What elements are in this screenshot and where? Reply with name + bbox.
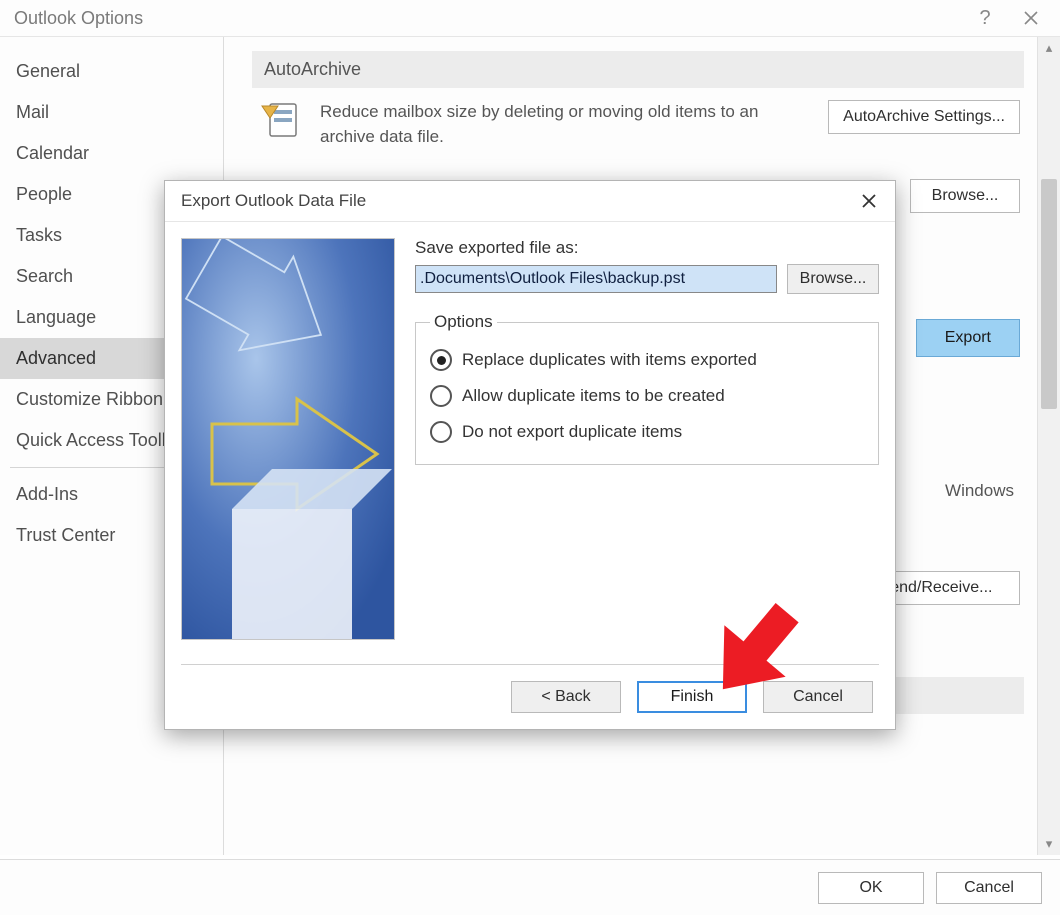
- outlook-options-window: Outlook Options ? General Mail Calendar …: [0, 0, 1060, 915]
- radio-label: Allow duplicate items to be created: [462, 386, 725, 406]
- scroll-up-icon[interactable]: ▴: [1038, 37, 1060, 59]
- dialog-graphic: [181, 238, 395, 640]
- help-button[interactable]: ?: [962, 3, 1008, 33]
- radio-icon: [430, 421, 452, 443]
- dialog-form: Save exported file as: Browse... Options…: [415, 238, 879, 648]
- radio-replace-duplicates[interactable]: Replace duplicates with items exported: [430, 342, 864, 378]
- export-button[interactable]: Export: [916, 319, 1020, 357]
- dialog-button-row: < Back Finish Cancel: [165, 665, 895, 729]
- cancel-button[interactable]: Cancel: [936, 872, 1042, 904]
- autoarchive-settings-label: AutoArchive Settings...: [843, 108, 1005, 126]
- options-legend: Options: [430, 312, 497, 332]
- finish-button[interactable]: Finish: [637, 681, 747, 713]
- window-title: Outlook Options: [14, 8, 962, 29]
- scrollbar[interactable]: ▴ ▾: [1037, 37, 1060, 855]
- autoarchive-body: Reduce mailbox size by deleting or movin…: [252, 100, 1028, 161]
- autoarchive-settings-button[interactable]: AutoArchive Settings...: [828, 100, 1020, 134]
- radio-icon: [430, 349, 452, 371]
- back-button[interactable]: < Back: [511, 681, 621, 713]
- dialog-body: Save exported file as: Browse... Options…: [165, 222, 895, 664]
- browse-button[interactable]: Browse...: [910, 179, 1020, 213]
- close-icon: [1023, 10, 1039, 26]
- ok-button[interactable]: OK: [818, 872, 924, 904]
- dialog-close-button[interactable]: [851, 186, 887, 216]
- sidebar-item-calendar[interactable]: Calendar: [0, 133, 223, 174]
- save-path-input[interactable]: [415, 265, 777, 293]
- options-fieldset: Options Replace duplicates with items ex…: [415, 312, 879, 465]
- scroll-track[interactable]: [1038, 59, 1060, 833]
- dialog-cancel-button[interactable]: Cancel: [763, 681, 873, 713]
- footer: OK Cancel: [0, 859, 1060, 915]
- autoarchive-icon: [260, 100, 304, 144]
- close-window-button[interactable]: [1008, 3, 1054, 33]
- radio-allow-duplicates[interactable]: Allow duplicate items to be created: [430, 378, 864, 414]
- scroll-thumb[interactable]: [1041, 179, 1057, 409]
- save-as-label: Save exported file as:: [415, 238, 879, 258]
- sidebar-item-general[interactable]: General: [0, 51, 223, 92]
- radio-label: Replace duplicates with items exported: [462, 350, 757, 370]
- radio-no-duplicates[interactable]: Do not export duplicate items: [430, 414, 864, 450]
- help-icon: ?: [979, 7, 990, 30]
- close-icon: [861, 193, 877, 209]
- radio-icon: [430, 385, 452, 407]
- dialog-titlebar: Export Outlook Data File: [165, 181, 895, 222]
- autoarchive-desc: Reduce mailbox size by deleting or movin…: [320, 100, 812, 149]
- radio-label: Do not export duplicate items: [462, 422, 682, 442]
- sidebar-item-mail[interactable]: Mail: [0, 92, 223, 133]
- titlebar: Outlook Options ?: [0, 0, 1060, 36]
- export-dialog: Export Outlook Data File: [164, 180, 896, 730]
- section-header-autoarchive: AutoArchive: [252, 51, 1024, 88]
- scroll-down-icon[interactable]: ▾: [1038, 833, 1060, 855]
- dialog-title: Export Outlook Data File: [181, 191, 851, 211]
- dialog-browse-button[interactable]: Browse...: [787, 264, 879, 294]
- arrow-graphic-icon: [182, 239, 394, 639]
